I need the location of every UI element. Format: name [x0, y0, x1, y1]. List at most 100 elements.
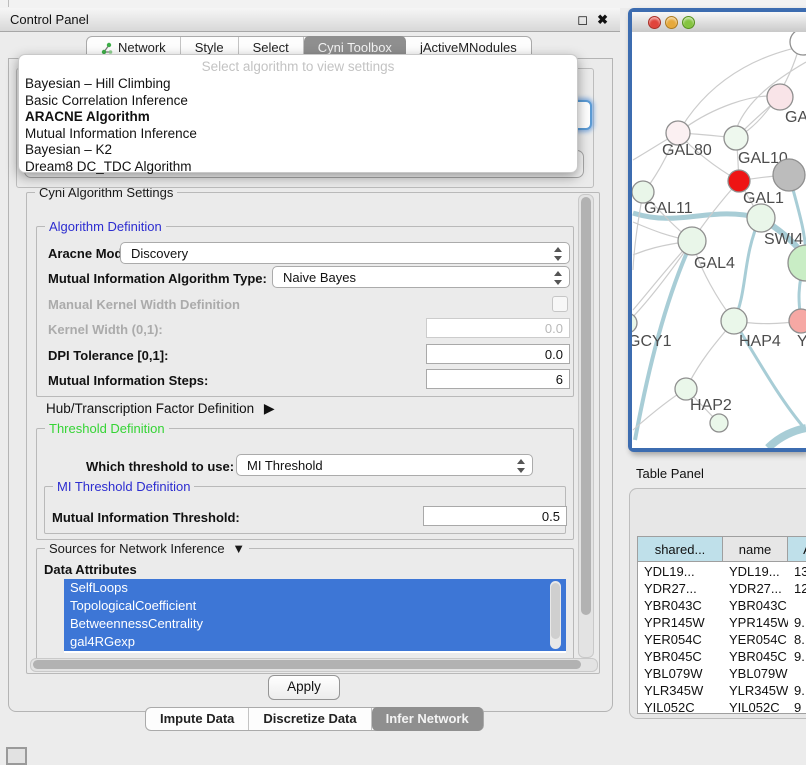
network-node-hap4[interactable]: [721, 308, 747, 334]
network-node-label: HAP4: [739, 333, 781, 350]
algorithm-option[interactable]: Mutual Information Inference: [19, 126, 577, 143]
table-cell[interactable]: 9.: [788, 614, 806, 631]
table-cell[interactable]: YDR27...: [723, 580, 788, 597]
table-cell[interactable]: [788, 665, 806, 682]
mi-type-combo[interactable]: Naive Bayes: [272, 266, 570, 288]
network-edge: [734, 218, 760, 321]
network-edge: [768, 428, 806, 448]
table-cell[interactable]: YDL19...: [638, 563, 723, 580]
table-header-shared...[interactable]: shared...: [638, 537, 723, 562]
table-header-A[interactable]: A: [788, 537, 806, 562]
apply-button-label: Apply: [287, 679, 321, 694]
network-node-gal1[interactable]: [728, 170, 750, 192]
table-cell[interactable]: 9.: [788, 648, 806, 665]
which-threshold-value: MI Threshold: [247, 458, 323, 473]
table-cell[interactable]: YPR145W: [723, 614, 788, 631]
mi-type-value: Naive Bayes: [283, 270, 356, 285]
table-cell[interactable]: YBR043C: [723, 597, 788, 614]
stepper-icon: [553, 247, 562, 261]
node-table[interactable]: shared...nameAYDL19...YDL19...13YDR27...…: [637, 536, 806, 714]
attr-list-scrollbar[interactable]: [550, 581, 561, 649]
network-node-label: GCY1: [632, 333, 672, 350]
mi-threshold-value: 0.5: [542, 509, 560, 524]
table-cell[interactable]: [788, 597, 806, 614]
table-cell[interactable]: YBR045C: [723, 648, 788, 665]
table-cell[interactable]: YER054C: [723, 631, 788, 648]
settings-hscrollbar[interactable]: [30, 658, 598, 672]
network-node-gal10[interactable]: [724, 126, 748, 150]
algorithm-option[interactable]: ARACNE Algorithm: [19, 109, 577, 126]
table-cell[interactable]: YBL079W: [638, 665, 723, 682]
table-cell[interactable]: YPR145W: [638, 614, 723, 631]
network-node-gal[interactable]: [767, 84, 793, 110]
table-cell[interactable]: 12: [788, 580, 806, 597]
table-cell[interactable]: YIL052C: [638, 699, 723, 714]
table-cell[interactable]: YDL19...: [723, 563, 788, 580]
algorithm-dropdown: Select algorithm to view settings Bayesi…: [18, 54, 578, 173]
sources-title-wrap[interactable]: Sources for Network Inference ▼: [45, 541, 249, 556]
bottom-tab-impute-data[interactable]: Impute Data: [146, 708, 249, 730]
minimized-panel-icon[interactable]: [6, 747, 27, 765]
mi-steps-field[interactable]: 6: [426, 369, 570, 389]
table-cell[interactable]: YIL052C: [723, 699, 788, 714]
data-attribute-item[interactable]: BetweennessCentrality: [64, 615, 566, 633]
mi-threshold-group-title: MI Threshold Definition: [53, 479, 194, 494]
table-panel-title: Table Panel: [625, 460, 806, 487]
table-cell[interactable]: 8.: [788, 631, 806, 648]
mi-threshold-field[interactable]: 0.5: [423, 506, 567, 526]
algorithm-option[interactable]: Basic Correlation Inference: [19, 93, 577, 110]
zoom-traffic-light-icon[interactable]: [682, 16, 695, 29]
top-strip-tick: [8, 0, 9, 7]
aracne-mode-value: Discovery: [131, 246, 188, 261]
which-threshold-combo[interactable]: MI Threshold: [236, 454, 533, 476]
table-cell[interactable]: YBR043C: [638, 597, 723, 614]
settings-vscrollbar[interactable]: [578, 194, 594, 658]
dpi-tolerance-label: DPI Tolerance [0,1]:: [48, 348, 168, 363]
network-node-gal4[interactable]: [678, 227, 706, 255]
network-node-label: Y: [797, 333, 806, 350]
close-icon[interactable]: ✖: [597, 12, 608, 28]
network-window-titlebar[interactable]: [632, 12, 806, 33]
aracne-mode-combo[interactable]: Discovery: [120, 242, 570, 264]
table-cell[interactable]: 9: [788, 699, 806, 714]
algorithm-option[interactable]: Dream8 DC_TDC Algorithm: [19, 159, 577, 176]
kernel-width-value: 0.0: [545, 321, 563, 336]
kernel-width-field[interactable]: 0.0: [426, 318, 570, 338]
network-node[interactable]: [773, 159, 805, 191]
algorithm-option[interactable]: Bayesian – Hill Climbing: [19, 76, 577, 93]
table-cell[interactable]: YLR345W: [638, 682, 723, 699]
network-node-gcy1[interactable]: [632, 313, 637, 333]
float-icon[interactable]: ◻: [577, 12, 588, 28]
bottom-tab-infer-network[interactable]: Infer Network: [372, 707, 483, 731]
data-attribute-item[interactable]: TopologicalCoefficient: [64, 597, 566, 615]
network-node-label: GAL4: [694, 255, 735, 272]
bottom-tab-discretize-data[interactable]: Discretize Data: [249, 708, 371, 730]
network-node[interactable]: [790, 32, 806, 55]
algorithm-dropdown-placeholder: Select algorithm to view settings: [19, 59, 577, 76]
table-cell[interactable]: YER054C: [638, 631, 723, 648]
table-cell[interactable]: 9.: [788, 682, 806, 699]
table-cell[interactable]: YBL079W: [723, 665, 788, 682]
close-traffic-light-icon[interactable]: [648, 16, 661, 29]
table-cell[interactable]: YDR27...: [638, 580, 723, 597]
table-cell[interactable]: 13: [788, 563, 806, 580]
top-strip: [0, 0, 806, 8]
network-node[interactable]: [788, 245, 806, 281]
network-node[interactable]: [710, 414, 728, 432]
data-attribute-item[interactable]: SelfLoops: [64, 579, 566, 597]
minimize-traffic-light-icon[interactable]: [665, 16, 678, 29]
table-header-name[interactable]: name: [723, 537, 788, 562]
network-node-label: GAL: [785, 109, 806, 126]
algorithm-definition-title: Algorithm Definition: [45, 219, 166, 234]
network-node-y[interactable]: [789, 309, 806, 333]
table-cell[interactable]: YBR045C: [638, 648, 723, 665]
network-node-swi4[interactable]: [747, 204, 775, 232]
apply-button[interactable]: Apply: [268, 675, 340, 700]
dpi-tolerance-field[interactable]: 0.0: [426, 344, 570, 364]
hub-definition-toggle[interactable]: Hub/Transcription Factor Definition ▶: [46, 400, 275, 417]
manual-kernel-checkbox[interactable]: [552, 296, 568, 312]
data-attribute-item[interactable]: gal4RGexp: [64, 633, 566, 651]
table-cell[interactable]: YLR345W: [723, 682, 788, 699]
network-canvas[interactable]: GALGAL80GAL10GAL1GAL11SWI4GAL4GCY1HAP4YH…: [632, 32, 806, 448]
algorithm-option[interactable]: Bayesian – K2: [19, 142, 577, 159]
